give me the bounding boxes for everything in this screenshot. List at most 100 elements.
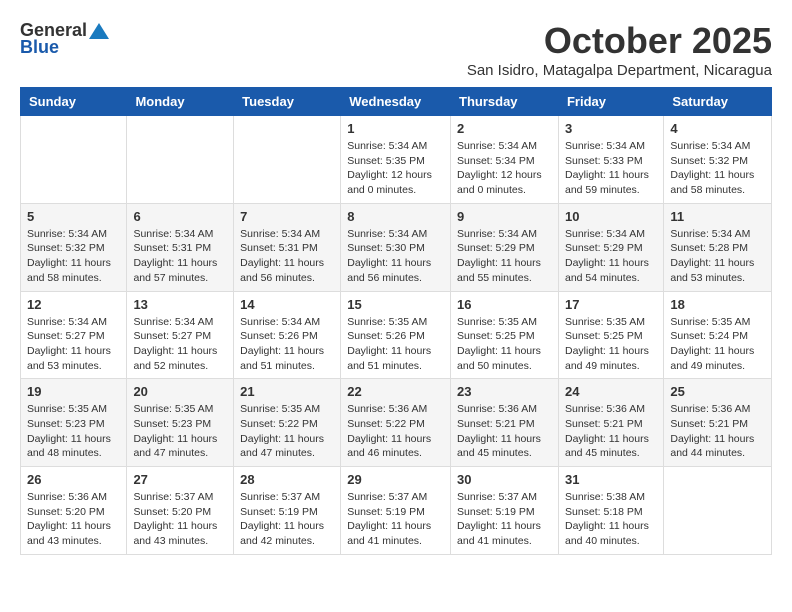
day-number: 28 bbox=[240, 472, 334, 487]
day-info: Sunrise: 5:35 AM Sunset: 5:25 PM Dayligh… bbox=[457, 315, 552, 374]
day-info: Sunrise: 5:36 AM Sunset: 5:22 PM Dayligh… bbox=[347, 402, 444, 461]
day-number: 7 bbox=[240, 209, 334, 224]
calendar-cell: 14 Sunrise: 5:34 AM Sunset: 5:26 PM Dayli… bbox=[234, 291, 341, 379]
calendar-cell: 13 Sunrise: 5:34 AM Sunset: 5:27 PM Dayli… bbox=[127, 291, 234, 379]
day-number: 11 bbox=[670, 209, 765, 224]
day-info: Sunrise: 5:34 AM Sunset: 5:26 PM Dayligh… bbox=[240, 315, 334, 374]
day-info: Sunrise: 5:37 AM Sunset: 5:19 PM Dayligh… bbox=[457, 490, 552, 549]
day-number: 15 bbox=[347, 297, 444, 312]
day-info: Sunrise: 5:35 AM Sunset: 5:23 PM Dayligh… bbox=[27, 402, 120, 461]
day-number: 25 bbox=[670, 384, 765, 399]
day-number: 27 bbox=[133, 472, 227, 487]
calendar-cell: 24 Sunrise: 5:36 AM Sunset: 5:21 PM Dayli… bbox=[558, 379, 663, 467]
calendar-cell: 25 Sunrise: 5:36 AM Sunset: 5:21 PM Dayli… bbox=[664, 379, 772, 467]
calendar-cell: 8 Sunrise: 5:34 AM Sunset: 5:30 PM Daylig… bbox=[341, 203, 451, 291]
day-info: Sunrise: 5:34 AM Sunset: 5:29 PM Dayligh… bbox=[565, 227, 657, 286]
calendar-cell: 21 Sunrise: 5:35 AM Sunset: 5:22 PM Dayli… bbox=[234, 379, 341, 467]
day-info: Sunrise: 5:34 AM Sunset: 5:31 PM Dayligh… bbox=[133, 227, 227, 286]
day-info: Sunrise: 5:34 AM Sunset: 5:31 PM Dayligh… bbox=[240, 227, 334, 286]
day-number: 1 bbox=[347, 121, 444, 136]
day-number: 24 bbox=[565, 384, 657, 399]
day-info: Sunrise: 5:34 AM Sunset: 5:27 PM Dayligh… bbox=[133, 315, 227, 374]
day-info: Sunrise: 5:37 AM Sunset: 5:19 PM Dayligh… bbox=[347, 490, 444, 549]
calendar-cell: 15 Sunrise: 5:35 AM Sunset: 5:26 PM Dayli… bbox=[341, 291, 451, 379]
day-info: Sunrise: 5:35 AM Sunset: 5:26 PM Dayligh… bbox=[347, 315, 444, 374]
day-header-friday: Friday bbox=[558, 88, 663, 116]
day-number: 5 bbox=[27, 209, 120, 224]
day-number: 8 bbox=[347, 209, 444, 224]
day-header-monday: Monday bbox=[127, 88, 234, 116]
calendar-cell: 26 Sunrise: 5:36 AM Sunset: 5:20 PM Dayli… bbox=[21, 467, 127, 555]
title-section: October 2025 San Isidro, Matagalpa Depar… bbox=[467, 20, 772, 79]
day-info: Sunrise: 5:36 AM Sunset: 5:21 PM Dayligh… bbox=[670, 402, 765, 461]
day-info: Sunrise: 5:34 AM Sunset: 5:32 PM Dayligh… bbox=[27, 227, 120, 286]
calendar-cell: 30 Sunrise: 5:37 AM Sunset: 5:19 PM Dayli… bbox=[451, 467, 559, 555]
day-number: 17 bbox=[565, 297, 657, 312]
calendar-cell: 10 Sunrise: 5:34 AM Sunset: 5:29 PM Dayli… bbox=[558, 203, 663, 291]
day-info: Sunrise: 5:38 AM Sunset: 5:18 PM Dayligh… bbox=[565, 490, 657, 549]
day-number: 26 bbox=[27, 472, 120, 487]
day-number: 23 bbox=[457, 384, 552, 399]
calendar-cell: 5 Sunrise: 5:34 AM Sunset: 5:32 PM Daylig… bbox=[21, 203, 127, 291]
day-info: Sunrise: 5:35 AM Sunset: 5:25 PM Dayligh… bbox=[565, 315, 657, 374]
day-number: 10 bbox=[565, 209, 657, 224]
calendar-cell: 27Sunrise: 5:37 AM Sunset: 5:20 PM Dayli… bbox=[127, 467, 234, 555]
day-info: Sunrise: 5:36 AM Sunset: 5:21 PM Dayligh… bbox=[565, 402, 657, 461]
calendar-cell bbox=[127, 116, 234, 204]
day-info: Sunrise: 5:34 AM Sunset: 5:28 PM Dayligh… bbox=[670, 227, 765, 286]
day-info: Sunrise: 5:36 AM Sunset: 5:21 PM Dayligh… bbox=[457, 402, 552, 461]
day-header-saturday: Saturday bbox=[664, 88, 772, 116]
day-info: Sunrise: 5:35 AM Sunset: 5:23 PM Dayligh… bbox=[133, 402, 227, 461]
calendar-cell: 2 Sunrise: 5:34 AM Sunset: 5:34 PM Daylig… bbox=[451, 116, 559, 204]
day-info: Sunrise: 5:34 AM Sunset: 5:27 PM Dayligh… bbox=[27, 315, 120, 374]
day-number: 29 bbox=[347, 472, 444, 487]
calendar-cell: 31 Sunrise: 5:38 AM Sunset: 5:18 PM Dayli… bbox=[558, 467, 663, 555]
day-info: Sunrise: 5:35 AM Sunset: 5:22 PM Dayligh… bbox=[240, 402, 334, 461]
calendar-cell: 17 Sunrise: 5:35 AM Sunset: 5:25 PM Dayli… bbox=[558, 291, 663, 379]
calendar-cell: 29 Sunrise: 5:37 AM Sunset: 5:19 PM Dayli… bbox=[341, 467, 451, 555]
subtitle: San Isidro, Matagalpa Department, Nicara… bbox=[467, 62, 772, 79]
day-info: Sunrise: 5:34 AM Sunset: 5:33 PM Dayligh… bbox=[565, 139, 657, 198]
day-info: Sunrise: 5:34 AM Sunset: 5:35 PM Dayligh… bbox=[347, 139, 444, 198]
logo-icon bbox=[89, 21, 109, 41]
calendar-cell: 22Sunrise: 5:36 AM Sunset: 5:22 PM Dayli… bbox=[341, 379, 451, 467]
month-title: October 2025 bbox=[467, 20, 772, 62]
day-header-thursday: Thursday bbox=[451, 88, 559, 116]
calendar-cell: 12 Sunrise: 5:34 AM Sunset: 5:27 PM Dayli… bbox=[21, 291, 127, 379]
calendar-cell bbox=[21, 116, 127, 204]
day-number: 12 bbox=[27, 297, 120, 312]
day-number: 2 bbox=[457, 121, 552, 136]
calendar-cell: 28Sunrise: 5:37 AM Sunset: 5:19 PM Dayli… bbox=[234, 467, 341, 555]
calendar-cell: 19Sunrise: 5:35 AM Sunset: 5:23 PM Dayli… bbox=[21, 379, 127, 467]
day-number: 18 bbox=[670, 297, 765, 312]
day-info: Sunrise: 5:34 AM Sunset: 5:29 PM Dayligh… bbox=[457, 227, 552, 286]
day-number: 9 bbox=[457, 209, 552, 224]
day-number: 4 bbox=[670, 121, 765, 136]
calendar-table: SundayMondayTuesdayWednesdayThursdayFrid… bbox=[20, 87, 772, 555]
day-number: 16 bbox=[457, 297, 552, 312]
day-number: 3 bbox=[565, 121, 657, 136]
day-info: Sunrise: 5:34 AM Sunset: 5:34 PM Dayligh… bbox=[457, 139, 552, 198]
day-number: 13 bbox=[133, 297, 227, 312]
day-number: 31 bbox=[565, 472, 657, 487]
day-number: 20 bbox=[133, 384, 227, 399]
calendar-cell: 20 Sunrise: 5:35 AM Sunset: 5:23 PM Dayli… bbox=[127, 379, 234, 467]
calendar-cell: 7 Sunrise: 5:34 AM Sunset: 5:31 PM Daylig… bbox=[234, 203, 341, 291]
day-header-tuesday: Tuesday bbox=[234, 88, 341, 116]
calendar-cell: 18Sunrise: 5:35 AM Sunset: 5:24 PM Dayli… bbox=[664, 291, 772, 379]
day-header-wednesday: Wednesday bbox=[341, 88, 451, 116]
calendar-cell bbox=[664, 467, 772, 555]
calendar-cell: 11 Sunrise: 5:34 AM Sunset: 5:28 PM Dayli… bbox=[664, 203, 772, 291]
day-info: Sunrise: 5:36 AM Sunset: 5:20 PM Dayligh… bbox=[27, 490, 120, 549]
day-info: Sunrise: 5:34 AM Sunset: 5:30 PM Dayligh… bbox=[347, 227, 444, 286]
calendar-cell: 23 Sunrise: 5:36 AM Sunset: 5:21 PM Dayli… bbox=[451, 379, 559, 467]
day-number: 14 bbox=[240, 297, 334, 312]
calendar-cell: 3 Sunrise: 5:34 AM Sunset: 5:33 PM Daylig… bbox=[558, 116, 663, 204]
day-number: 21 bbox=[240, 384, 334, 399]
logo-blue: Blue bbox=[20, 37, 59, 58]
day-number: 30 bbox=[457, 472, 552, 487]
day-number: 6 bbox=[133, 209, 227, 224]
calendar-cell: 16 Sunrise: 5:35 AM Sunset: 5:25 PM Dayli… bbox=[451, 291, 559, 379]
calendar-cell: 9 Sunrise: 5:34 AM Sunset: 5:29 PM Daylig… bbox=[451, 203, 559, 291]
calendar-cell bbox=[234, 116, 341, 204]
